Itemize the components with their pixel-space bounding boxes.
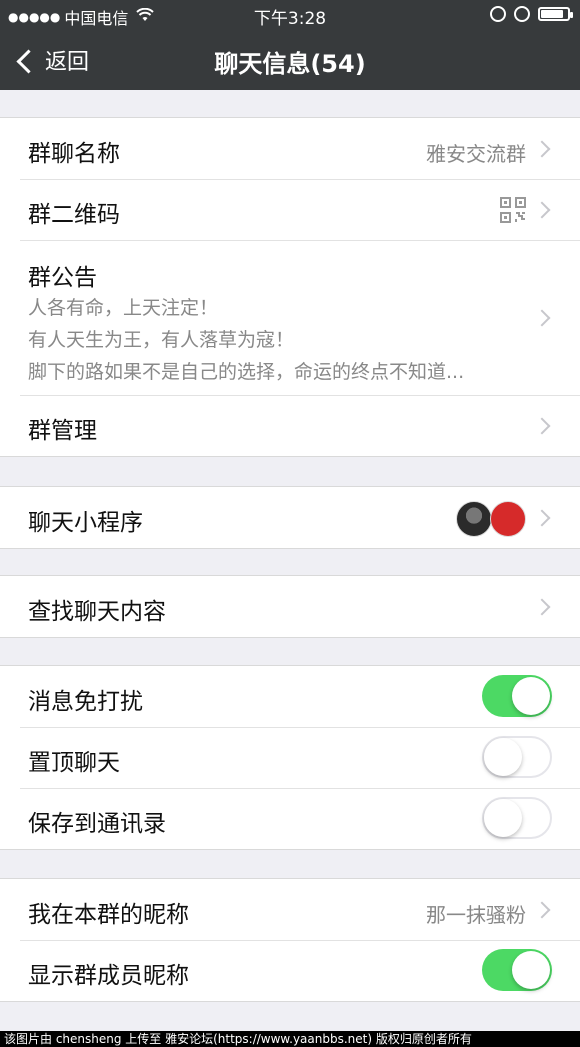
mute-label: 消息免打扰 <box>28 689 143 715</box>
group-name-label: 群聊名称 <box>28 141 120 167</box>
mini-program-avatar <box>490 501 526 537</box>
save-contacts-row: 保存到通讯录 <box>0 788 580 849</box>
notice-line: 有人天生为王，有人落草为寇！ <box>28 329 295 351</box>
chevron-right-icon <box>533 201 551 219</box>
group-qr-label: 群二维码 <box>28 202 120 228</box>
mute-row: 消息免打扰 <box>0 666 580 727</box>
settings-section: 消息免打扰 置顶聊天 保存到通讯录 <box>0 665 580 850</box>
battery-icon <box>538 7 573 21</box>
chevron-right-icon <box>533 901 551 919</box>
chevron-right-icon <box>533 598 551 616</box>
notice-line: 脚下的路如果不是自己的选择，命运的终点不知道... <box>28 361 465 383</box>
toggle-knob <box>484 799 522 837</box>
group-notice-label: 群公告 <box>28 265 97 291</box>
group-info-section: 群聊名称 雅安交流群 群二维码 群公告 人各有命，上天注定！ 有人天生为王，有人… <box>0 117 580 457</box>
pin-label: 置顶聊天 <box>28 750 120 776</box>
search-chat-label: 查找聊天内容 <box>28 599 166 625</box>
chevron-right-icon <box>533 309 551 327</box>
show-nickname-row: 显示群成员昵称 <box>0 940 580 1001</box>
chevron-right-icon <box>533 417 551 435</box>
search-section: 查找聊天内容 <box>0 575 580 638</box>
alarm-icon <box>514 6 530 22</box>
mute-toggle[interactable] <box>482 675 552 717</box>
mini-program-row[interactable]: 聊天小程序 <box>0 487 580 548</box>
toggle-knob <box>484 738 522 776</box>
my-nickname-row[interactable]: 我在本群的昵称 那一抹骚粉 <box>0 879 580 940</box>
group-notice-row[interactable]: 群公告 人各有命，上天注定！ 有人天生为王，有人落草为寇！ 脚下的路如果不是自己… <box>0 240 580 395</box>
rotation-lock-icon <box>490 6 506 22</box>
my-nickname-label: 我在本群的昵称 <box>28 902 189 928</box>
show-nickname-label: 显示群成员昵称 <box>28 963 189 989</box>
group-qr-row[interactable]: 群二维码 <box>0 179 580 240</box>
mini-program-icons <box>456 501 526 537</box>
page-title: 聊天信息(54) <box>214 50 366 78</box>
save-contacts-label: 保存到通讯录 <box>28 811 166 837</box>
chevron-right-icon <box>533 140 551 158</box>
group-name-row[interactable]: 群聊名称 雅安交流群 <box>0 118 580 179</box>
my-nickname-value: 那一抹骚粉 <box>426 903 526 927</box>
mini-program-label: 聊天小程序 <box>28 510 143 536</box>
search-chat-row[interactable]: 查找聊天内容 <box>0 576 580 637</box>
group-manage-label: 群管理 <box>28 418 97 444</box>
mini-program-avatar <box>456 501 492 537</box>
qr-code-icon <box>500 197 526 223</box>
nav-bar: 返回 聊天信息(54) <box>0 30 580 90</box>
nickname-section: 我在本群的昵称 那一抹骚粉 显示群成员昵称 <box>0 878 580 1002</box>
group-notice-text: 人各有命，上天注定！ 有人天生为王，有人落草为寇！ 脚下的路如果不是自己的选择，… <box>28 292 464 388</box>
chevron-right-icon <box>533 509 551 527</box>
mini-program-section: 聊天小程序 <box>0 486 580 549</box>
pin-row: 置顶聊天 <box>0 727 580 788</box>
show-nickname-toggle[interactable] <box>482 949 552 991</box>
toggle-knob <box>512 951 550 989</box>
watermark-footer: 该图片由 chensheng 上传至 雅安论坛(https://www.yaan… <box>0 1031 580 1047</box>
pin-toggle[interactable] <box>482 736 552 778</box>
status-bar: ●●●●● 中国电信 下午3:28 <box>0 0 580 30</box>
group-name-value: 雅安交流群 <box>426 142 526 166</box>
toggle-knob <box>512 677 550 715</box>
notice-line: 人各有命，上天注定！ <box>28 297 219 319</box>
save-contacts-toggle[interactable] <box>482 797 552 839</box>
group-manage-row[interactable]: 群管理 <box>0 395 580 456</box>
